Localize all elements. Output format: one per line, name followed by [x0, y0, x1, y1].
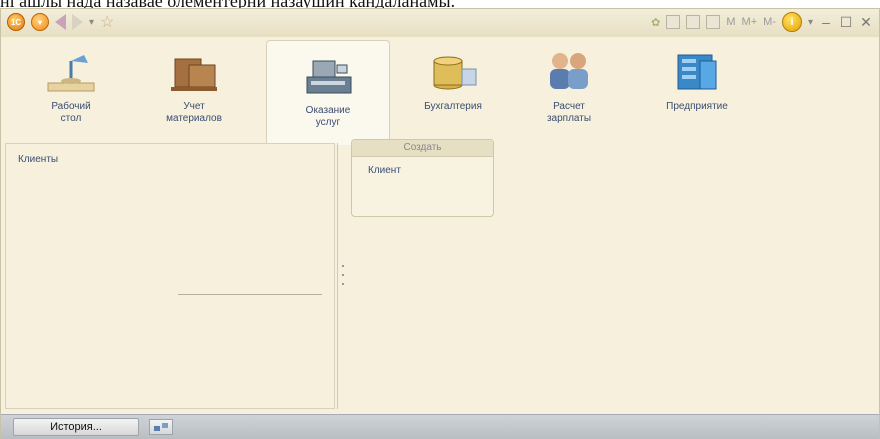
- connections-icon[interactable]: [149, 419, 173, 435]
- create-group: Создать Клиент: [351, 139, 494, 217]
- statusbar: История...: [1, 414, 879, 439]
- section-label: Оказание услуг: [305, 105, 351, 128]
- info-text: i: [790, 16, 794, 28]
- section-desktop[interactable]: Рабочий стол: [39, 37, 103, 141]
- building-icon: [677, 54, 717, 90]
- nav-item-clients[interactable]: Клиенты: [18, 154, 58, 165]
- section-panel: Рабочий стол Учет материалов Оказание ус…: [1, 37, 879, 145]
- back-arrow-icon[interactable]: [55, 14, 66, 30]
- section-label: Расчет зарплаты: [546, 101, 592, 124]
- titlebar: 1C ▾ ▾ ☆ ✿ M M+ M- i ▾ – ☐ ✕: [1, 9, 879, 37]
- info-dropdown-icon[interactable]: ▾: [808, 17, 813, 28]
- section-accounting[interactable]: Бухгалтерия: [401, 37, 505, 141]
- calendar-icon[interactable]: [686, 15, 701, 29]
- create-client-link[interactable]: Клиент: [368, 165, 401, 176]
- boxes-icon: [171, 58, 217, 91]
- network-icon: [154, 423, 168, 431]
- section-materials[interactable]: Учет материалов: [156, 37, 232, 141]
- history-button[interactable]: История...: [13, 418, 139, 436]
- maximize-icon[interactable]: ☐: [839, 14, 853, 31]
- titlebar-left-tools: 1C ▾ ▾ ☆: [7, 12, 114, 32]
- memory-mplus-button[interactable]: M+: [742, 16, 758, 28]
- titlebar-right-tools: ✿ M M+ M- i ▾ – ☐ ✕: [651, 12, 873, 32]
- app-window: 1C ▾ ▾ ☆ ✿ M M+ M- i ▾ – ☐ ✕ Рабочий сто…: [0, 8, 880, 439]
- clipped-top-text: ні ашлы нада назавае олементерни назауши…: [0, 0, 880, 8]
- navigation-panel: Клиенты: [5, 143, 335, 409]
- section-payroll[interactable]: Расчет зарплаты: [531, 37, 607, 141]
- info-icon[interactable]: i: [781, 12, 802, 32]
- memory-mminus-button[interactable]: M-: [763, 16, 776, 28]
- section-enterprise[interactable]: Предприятие: [649, 37, 745, 141]
- memory-m-button[interactable]: M: [726, 16, 735, 28]
- section-label: Учет материалов: [166, 101, 222, 124]
- people-icon: [550, 53, 588, 89]
- favorites-add-icon[interactable]: ✿: [651, 16, 660, 29]
- panel-divider: [337, 143, 338, 409]
- coins-icon: [433, 56, 477, 90]
- splitter-handle[interactable]: [342, 265, 344, 285]
- close-icon[interactable]: ✕: [859, 14, 873, 31]
- logo-text: 1C: [10, 17, 22, 27]
- create-group-title: Создать: [352, 140, 493, 157]
- history-dropdown-icon[interactable]: ▾: [89, 17, 94, 28]
- print-icon[interactable]: [666, 15, 681, 29]
- main-menu-icon[interactable]: ▾: [31, 13, 49, 31]
- favorites-star-icon[interactable]: ☆: [100, 12, 114, 32]
- calculator-icon[interactable]: [706, 15, 721, 29]
- cash-register-icon: [306, 60, 352, 94]
- panel-divider-line: [178, 294, 322, 295]
- desk-lamp-icon: [47, 55, 95, 92]
- app-logo-icon[interactable]: 1C: [7, 13, 25, 31]
- section-label: Рабочий стол: [51, 101, 91, 124]
- forward-arrow-icon[interactable]: [72, 14, 83, 30]
- section-label: Бухгалтерия: [424, 101, 482, 112]
- section-services[interactable]: Оказание услуг: [266, 40, 390, 145]
- section-label: Предприятие: [666, 101, 728, 112]
- minimize-icon[interactable]: –: [819, 14, 833, 30]
